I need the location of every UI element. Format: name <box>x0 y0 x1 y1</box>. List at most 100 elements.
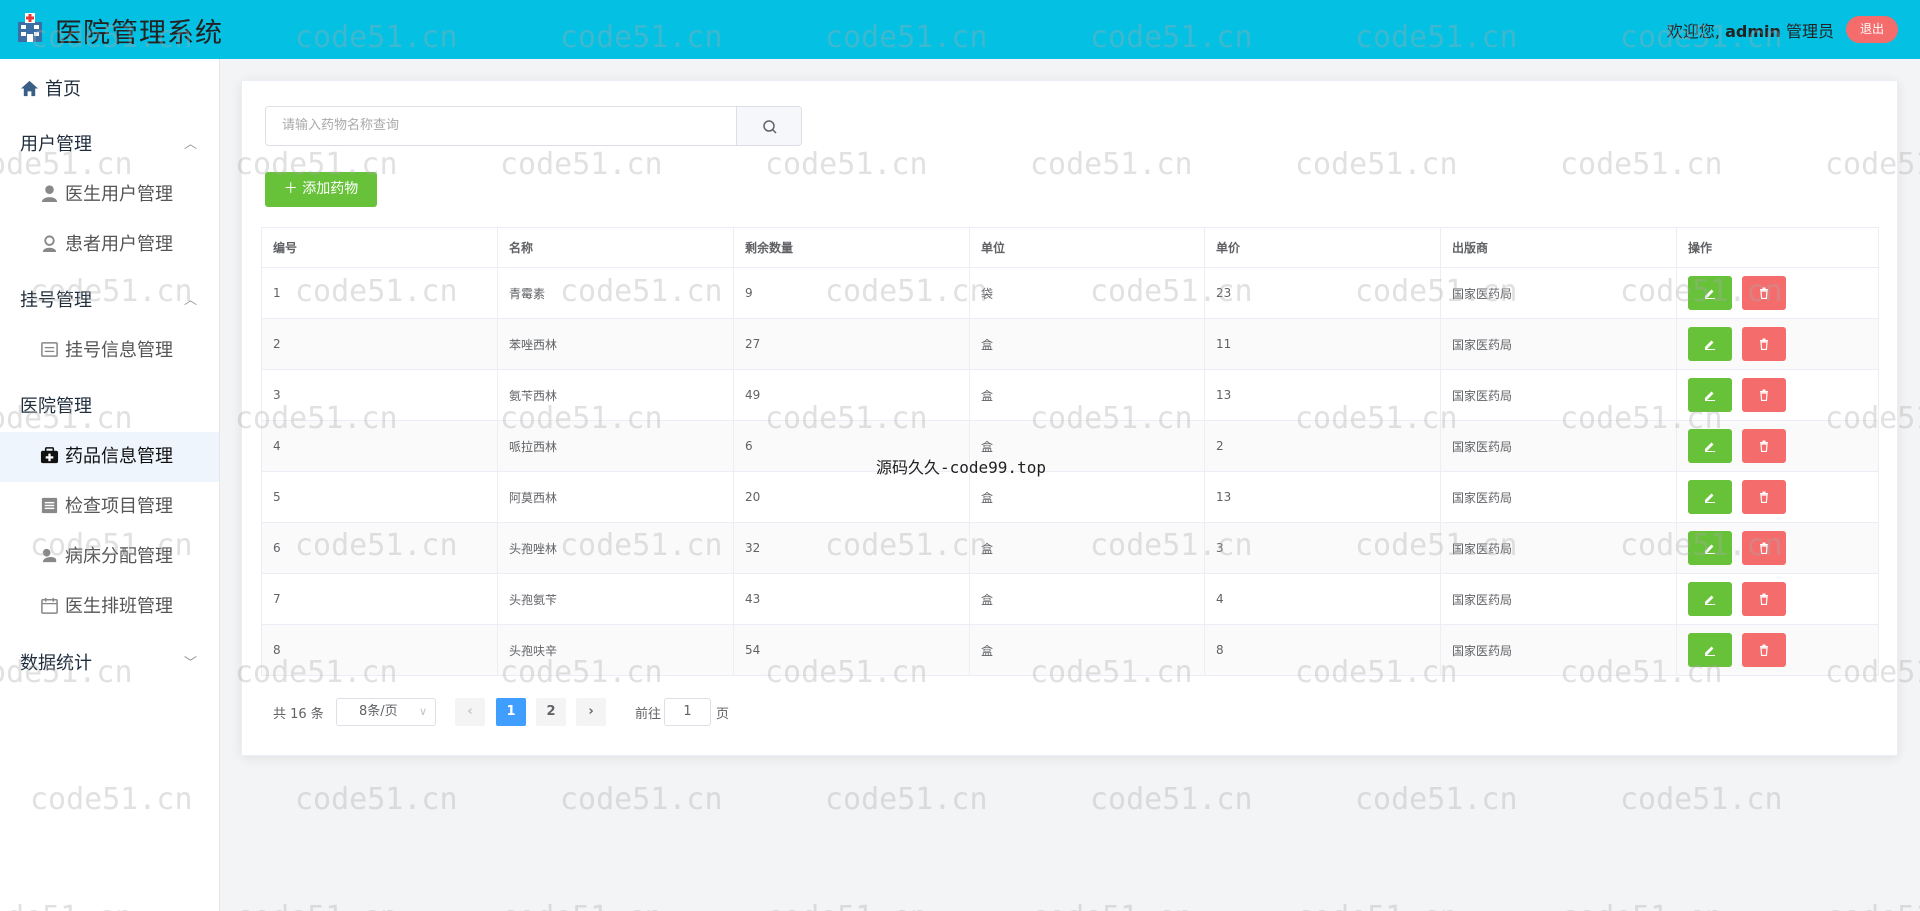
sidebar-group-label: 医院管理 <box>20 396 92 417</box>
table-cell: 国家医药局 <box>1441 421 1677 471</box>
page-button-2[interactable]: 2 <box>536 698 566 726</box>
sidebar-item-doctor-users[interactable]: 医生用户管理 <box>0 170 219 220</box>
delete-button[interactable] <box>1742 633 1786 667</box>
column-header[interactable]: 名称 <box>498 228 734 267</box>
sidebar-group-user-management[interactable]: 用户管理 ︿ <box>0 120 219 170</box>
add-medicine-button[interactable]: ＋ 添加药物 <box>265 172 377 207</box>
delete-button[interactable] <box>1742 429 1786 463</box>
edit-button[interactable] <box>1688 276 1732 310</box>
column-header[interactable]: 单位 <box>970 228 1205 267</box>
delete-button[interactable] <box>1742 276 1786 310</box>
edit-icon <box>1705 595 1715 605</box>
sidebar-group-registration[interactable]: 挂号管理 ︿ <box>0 276 219 326</box>
column-header[interactable]: 操作 <box>1677 228 1878 267</box>
row-actions <box>1677 574 1878 624</box>
sidebar-item-bed-allocation[interactable]: 病床分配管理 <box>0 532 219 582</box>
table-cell: 袋 <box>970 268 1205 318</box>
column-header[interactable]: 编号 <box>262 228 498 267</box>
search-button[interactable] <box>736 106 802 146</box>
bed-icon <box>42 548 57 562</box>
table-cell: 哌拉西林 <box>498 421 734 471</box>
table-cell: 头孢呋辛 <box>498 625 734 675</box>
trash-icon <box>1760 338 1768 350</box>
table-cell: 27 <box>734 319 970 369</box>
sidebar-item-doctor-schedule[interactable]: 医生排班管理 <box>0 582 219 632</box>
delete-button[interactable] <box>1742 327 1786 361</box>
edit-button[interactable] <box>1688 378 1732 412</box>
sidebar-group-label: 数据统计 <box>20 653 92 674</box>
sidebar-item-medicine-info[interactable]: 药品信息管理 <box>0 432 219 482</box>
chevron-up-icon: ︿ <box>183 137 197 152</box>
table-cell: 国家医药局 <box>1441 472 1677 522</box>
table-cell: 13 <box>1205 472 1441 522</box>
table-cell: 3 <box>262 370 498 420</box>
table-cell: 13 <box>1205 370 1441 420</box>
sidebar-item-label: 医生排班管理 <box>65 596 173 617</box>
watermark-text: code51.cn <box>1295 900 1458 911</box>
page-size-select[interactable]: 8条/页 ∨ <box>336 698 436 726</box>
edit-button[interactable] <box>1688 327 1732 361</box>
sidebar-group-statistics[interactable]: 数据统计 ﹀ <box>0 639 219 689</box>
edit-button[interactable] <box>1688 633 1732 667</box>
home-icon <box>20 80 39 96</box>
delete-button[interactable] <box>1742 378 1786 412</box>
sidebar-group-hospital[interactable]: 医院管理 <box>0 382 219 432</box>
table-cell: 9 <box>734 268 970 318</box>
edit-icon <box>1705 646 1715 656</box>
table-cell: 国家医药局 <box>1441 319 1677 369</box>
sidebar-item-exam-items[interactable]: 检查项目管理 <box>0 482 219 532</box>
edit-button[interactable] <box>1688 582 1732 616</box>
trash-icon <box>1760 440 1768 452</box>
logout-button[interactable]: 退出 <box>1846 16 1898 43</box>
table-cell: 盒 <box>970 319 1205 369</box>
row-actions <box>1677 625 1878 675</box>
watermark-text: code51.cn <box>765 900 928 911</box>
table-cell: 8 <box>1205 625 1441 675</box>
next-page-button[interactable]: › <box>576 698 606 726</box>
column-header[interactable]: 剩余数量 <box>734 228 970 267</box>
goto-page-input[interactable]: 1 <box>664 698 711 726</box>
watermark-text: code51.cn <box>1560 900 1723 911</box>
edit-icon <box>1705 289 1715 299</box>
table-cell: 头孢氨苄 <box>498 574 734 624</box>
sidebar-item-patient-users[interactable]: 患者用户管理 <box>0 220 219 270</box>
search-input[interactable]: 请输入药物名称查询 <box>265 106 737 146</box>
table-row: 5 阿莫西林 20 盒 13 国家医药局 <box>262 472 1878 523</box>
table-cell: 国家医药局 <box>1441 625 1677 675</box>
goto-label: 前往 <box>635 707 662 722</box>
watermark-text: code51.cn <box>1825 900 1920 911</box>
edit-icon <box>1705 442 1715 452</box>
sidebar-item-registration-info[interactable]: 挂号信息管理 <box>0 326 219 376</box>
table-cell: 2 <box>262 319 498 369</box>
edit-icon <box>1705 493 1715 503</box>
list-icon <box>41 341 58 357</box>
sidebar-item-home[interactable]: 首页 <box>0 65 219 115</box>
table-cell: 23 <box>1205 268 1441 318</box>
watermark-text: code51.cn <box>295 782 458 817</box>
column-header[interactable]: 单价 <box>1205 228 1441 267</box>
edit-button[interactable] <box>1688 480 1732 514</box>
table-row: 3 氨苄西林 49 盒 13 国家医药局 <box>262 370 1878 421</box>
table-cell: 国家医药局 <box>1441 574 1677 624</box>
delete-button[interactable] <box>1742 531 1786 565</box>
sidebar-item-label: 挂号信息管理 <box>65 340 173 361</box>
watermark-text: code51.cn <box>560 782 723 817</box>
medicine-kit-icon <box>40 446 59 463</box>
user-avatar-icon <box>42 234 57 252</box>
page-button-1[interactable]: 1 <box>496 698 526 726</box>
calendar-icon <box>41 597 58 614</box>
edit-icon <box>1705 544 1715 554</box>
plus-icon: ＋ <box>283 181 298 197</box>
trash-icon <box>1760 644 1768 656</box>
table-cell: 青霉素 <box>498 268 734 318</box>
delete-button[interactable] <box>1742 480 1786 514</box>
chevron-down-icon: ﹀ <box>183 656 197 671</box>
delete-button[interactable] <box>1742 582 1786 616</box>
prev-page-button[interactable]: ‹ <box>455 698 485 726</box>
watermark-text: code51.cn <box>1090 782 1253 817</box>
edit-button[interactable] <box>1688 531 1732 565</box>
edit-button[interactable] <box>1688 429 1732 463</box>
edit-icon <box>1705 340 1715 350</box>
column-header[interactable]: 出版商 <box>1441 228 1677 267</box>
table-cell: 2 <box>1205 421 1441 471</box>
